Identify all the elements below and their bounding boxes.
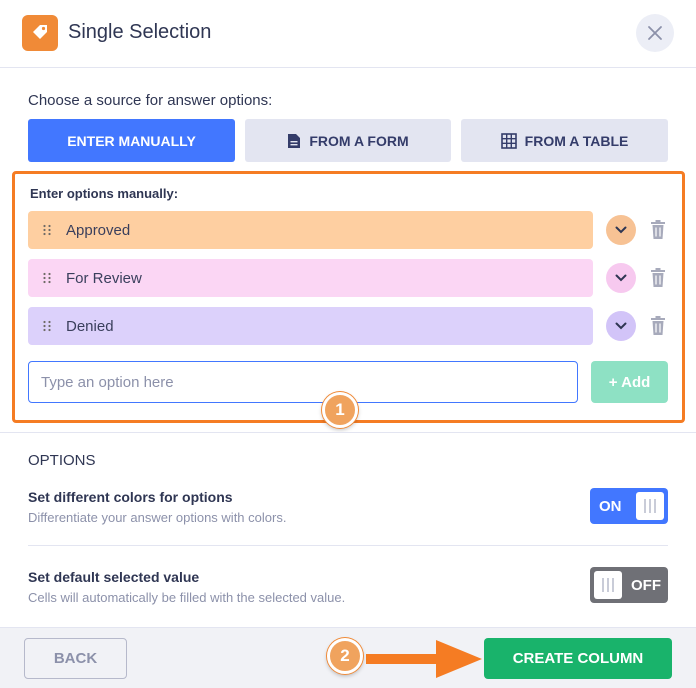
trash-icon[interactable]	[650, 268, 666, 288]
drag-handle-icon[interactable]	[28, 224, 66, 236]
option-row-approved[interactable]: Approved	[28, 211, 593, 249]
toggle-state-label: ON	[599, 498, 622, 515]
options-title: OPTIONS	[28, 452, 96, 469]
option-label: Denied	[66, 317, 114, 335]
chevron-down-icon	[615, 274, 627, 282]
drag-handle-icon[interactable]	[28, 272, 66, 284]
drag-handle-icon[interactable]	[28, 320, 66, 332]
setting-colors-desc: Differentiate your answer options with c…	[28, 510, 287, 525]
setting-colors-title: Set different colors for options	[28, 489, 233, 505]
setting-default-desc: Cells will automatically be filled with …	[28, 590, 346, 605]
option-row-denied[interactable]: Denied	[28, 307, 593, 345]
add-option-label: + Add	[608, 373, 651, 391]
create-column-button[interactable]: CREATE COLUMN	[484, 638, 672, 679]
back-button[interactable]: BACK	[24, 638, 127, 679]
source-label: Choose a source for answer options:	[28, 92, 273, 109]
toggle-state-label: OFF	[631, 577, 661, 594]
arrow-pointer-icon	[366, 640, 482, 678]
close-icon	[648, 26, 662, 40]
enter-manually-label: ENTER MANUALLY	[67, 132, 196, 149]
option-label: For Review	[66, 269, 142, 287]
create-column-label: CREATE COLUMN	[512, 650, 644, 667]
color-picker-button[interactable]	[606, 263, 636, 293]
from-a-form-button[interactable]: FROM A FORM	[245, 119, 451, 162]
toggle-knob	[636, 492, 664, 520]
chevron-down-icon	[615, 226, 627, 234]
close-button[interactable]	[636, 14, 674, 52]
colors-toggle[interactable]: ON	[590, 488, 668, 524]
default-value-toggle[interactable]: OFF	[590, 567, 668, 603]
back-label: BACK	[53, 650, 98, 667]
trash-icon[interactable]	[650, 220, 666, 240]
enter-manually-button[interactable]: ENTER MANUALLY	[28, 119, 235, 162]
option-label: Approved	[66, 221, 131, 239]
from-a-form-label: FROM A FORM	[309, 132, 409, 149]
from-a-table-button[interactable]: FROM A TABLE	[461, 119, 668, 162]
trash-icon[interactable]	[650, 316, 666, 336]
manual-options-label: Enter options manually:	[30, 186, 179, 201]
toggle-knob	[594, 571, 622, 599]
modal-title: Single Selection	[68, 21, 212, 43]
from-a-table-label: FROM A TABLE	[524, 132, 629, 149]
chevron-down-icon	[615, 322, 627, 330]
divider	[28, 545, 668, 546]
add-option-button[interactable]: + Add	[591, 361, 668, 403]
color-picker-button[interactable]	[606, 215, 636, 245]
option-row-for-review[interactable]: For Review	[28, 259, 593, 297]
color-picker-button[interactable]	[606, 311, 636, 341]
setting-default-title: Set default selected value	[28, 569, 200, 585]
document-icon	[288, 133, 301, 148]
modal-header: Single Selection	[0, 0, 696, 68]
option-input[interactable]	[28, 361, 578, 403]
step-2-badge: 2	[327, 638, 363, 674]
step-1-badge: 1	[322, 392, 358, 428]
tag-icon	[22, 15, 58, 51]
table-grid-icon	[500, 132, 517, 149]
